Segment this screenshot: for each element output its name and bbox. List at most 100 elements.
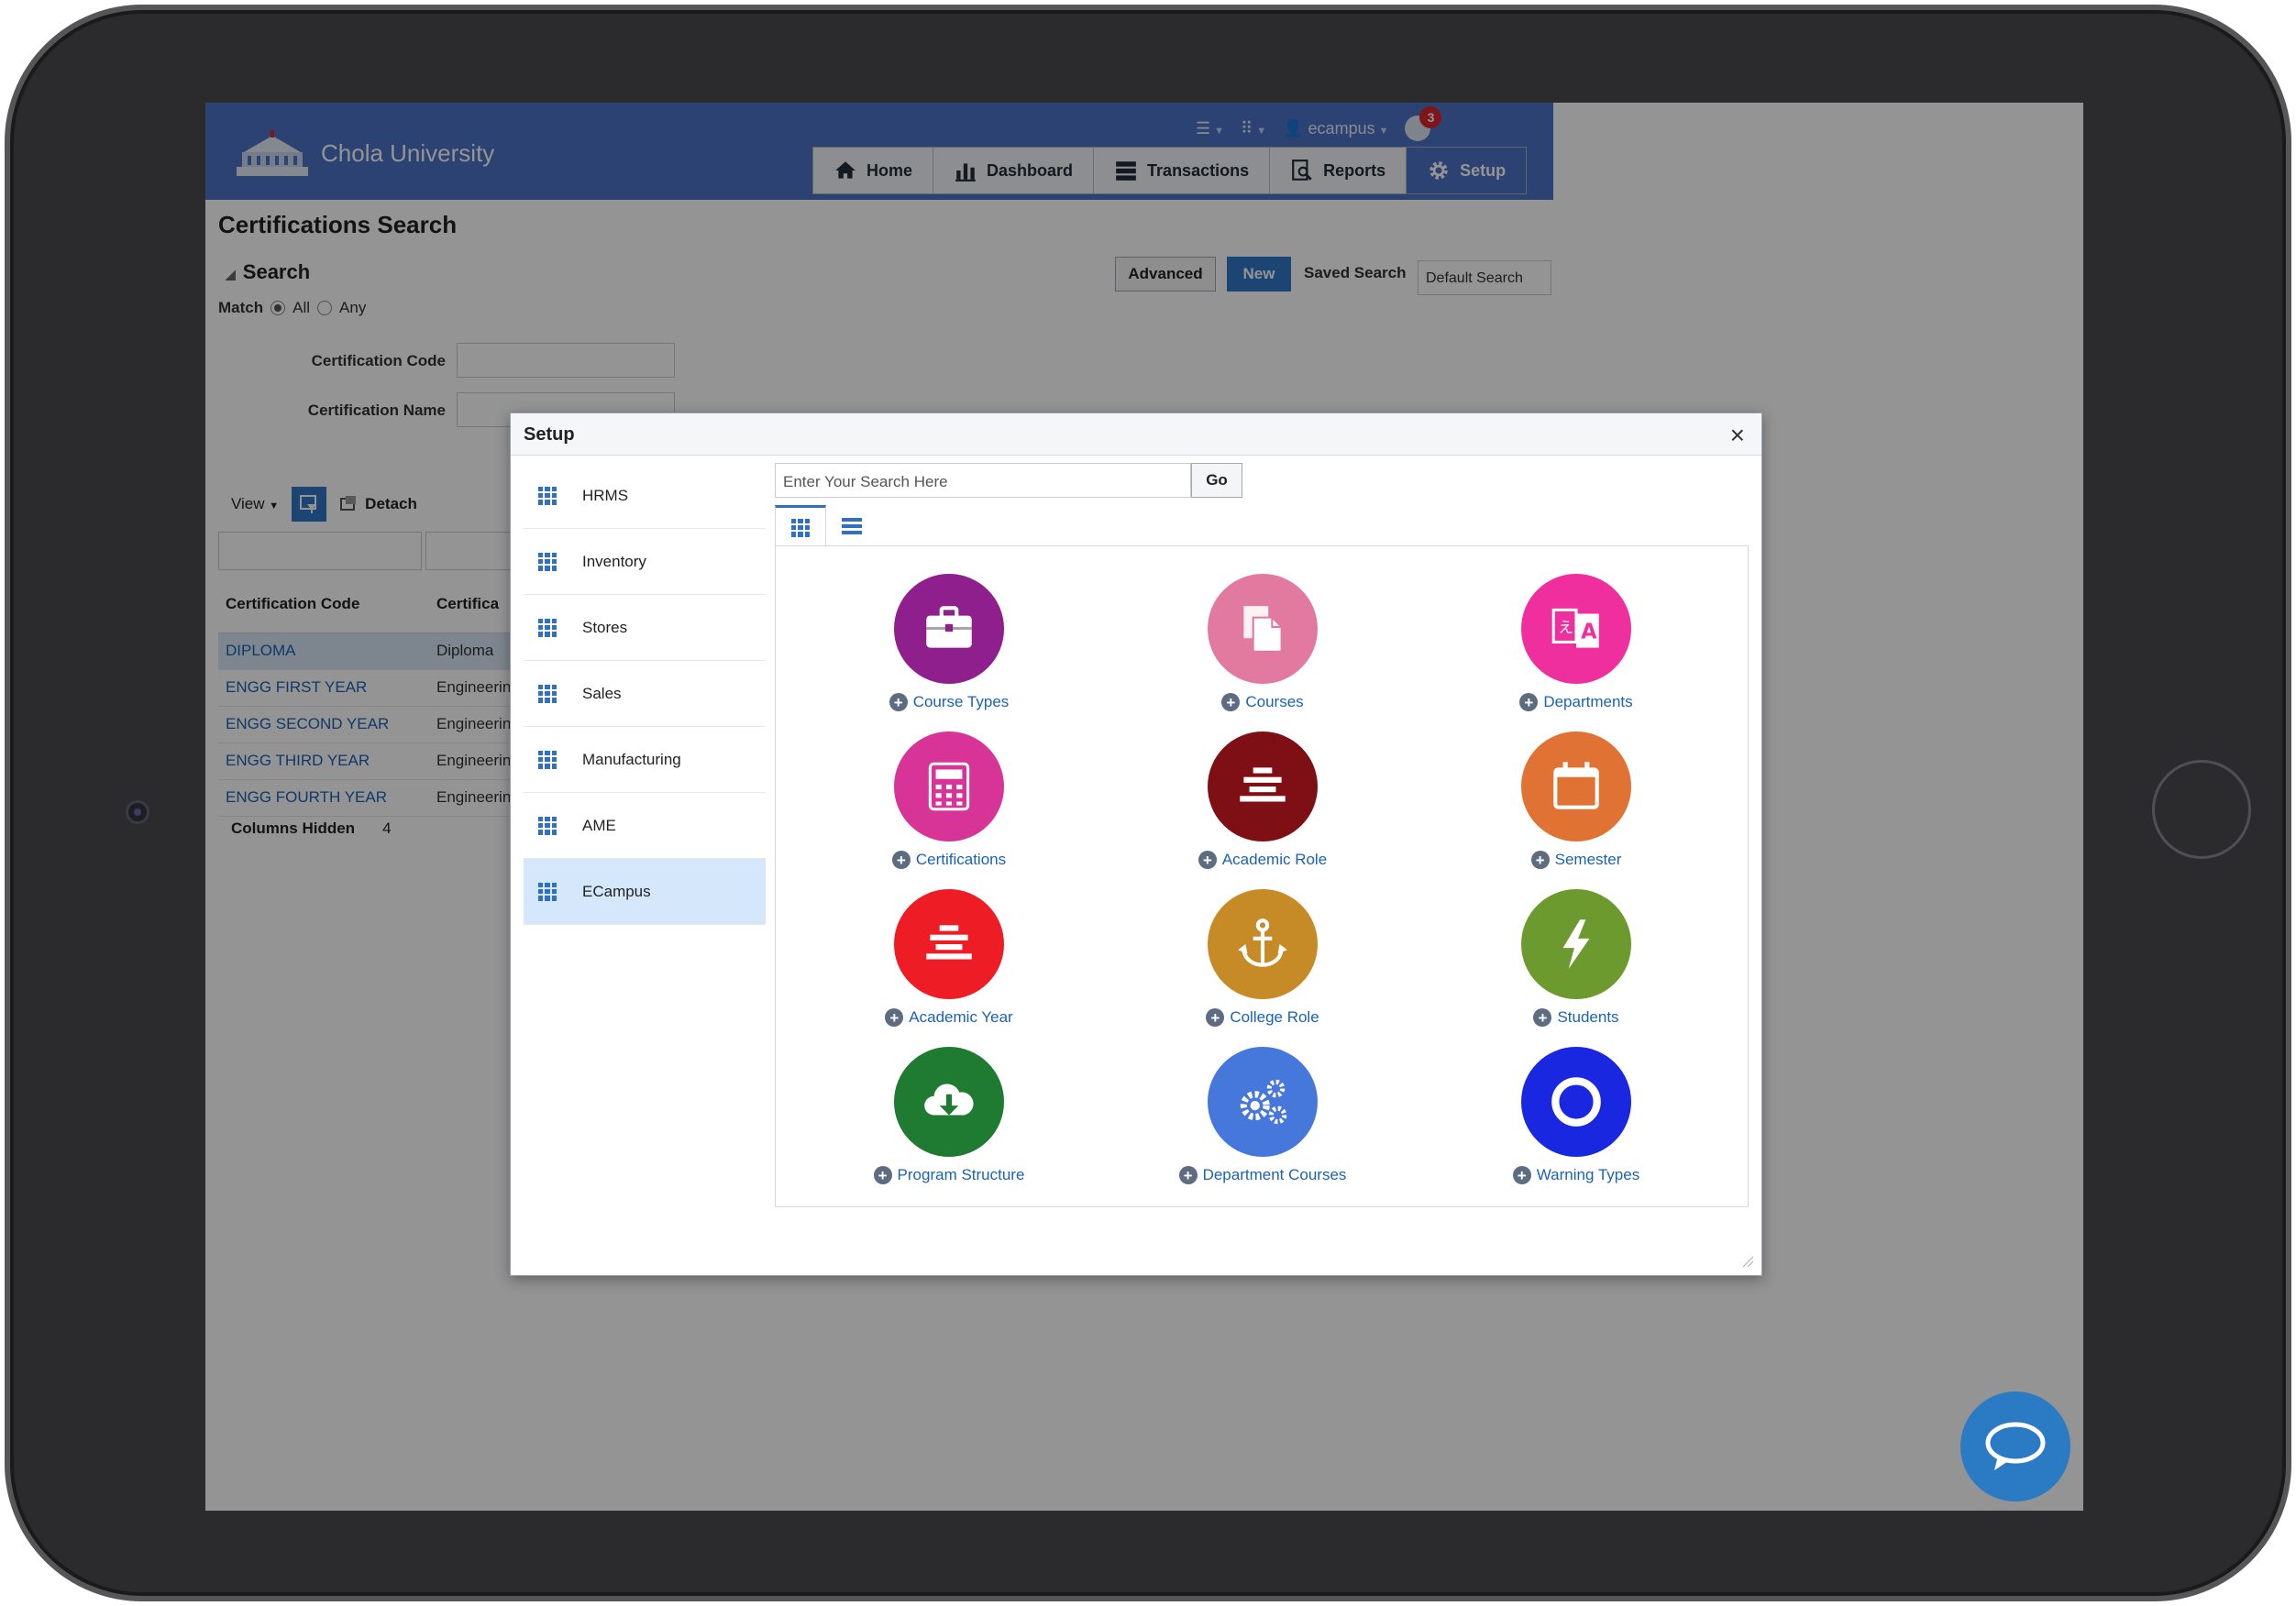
grid-view-icon — [791, 518, 810, 537]
tile-circle[interactable] — [1521, 732, 1631, 842]
tile-program-structure[interactable]: + Program Structure — [793, 1047, 1105, 1184]
grid-icon — [538, 882, 557, 901]
add-icon[interactable]: + — [1221, 693, 1241, 711]
add-icon[interactable]: + — [1512, 1166, 1531, 1184]
tile-label[interactable]: + Semester — [1530, 851, 1621, 869]
tile-label[interactable]: + Program Structure — [873, 1166, 1024, 1184]
tile-label[interactable]: + Departments — [1519, 693, 1633, 711]
add-icon[interactable]: + — [1206, 1008, 1225, 1027]
lightning-icon — [1562, 919, 1590, 969]
tile-label[interactable]: + Students — [1533, 1008, 1619, 1027]
calculator-icon — [928, 762, 970, 811]
module-item-ame[interactable]: AME — [524, 793, 766, 859]
add-icon[interactable]: + — [891, 851, 911, 869]
module-label: Inventory — [582, 552, 646, 570]
module-label: Stores — [582, 618, 628, 636]
tile-label[interactable]: + Department Courses — [1178, 1166, 1346, 1184]
tile-circle[interactable] — [1208, 574, 1318, 684]
ring-icon — [1551, 1077, 1601, 1127]
add-icon[interactable]: + — [1178, 1166, 1198, 1184]
tile-label[interactable]: + Academic Role — [1198, 851, 1327, 869]
tile-circle[interactable] — [1208, 889, 1318, 999]
tile-course-types[interactable]: + Course Types — [793, 574, 1105, 711]
setup-dialog: Setup × HRMS Inventory Stores Sales Manu… — [510, 412, 1762, 1276]
tile-college-role[interactable]: + College Role — [1107, 889, 1418, 1027]
screen: Chola University ☰ ▼ ⠿ ▼ 👤 ecampus ▼ 3 Home… — [205, 103, 2083, 1511]
svg-text:え: え — [1558, 619, 1573, 636]
module-label: Sales — [582, 684, 622, 702]
tile-warning-types[interactable]: + Warning Types — [1420, 1047, 1732, 1184]
dialog-title: Setup — [524, 424, 575, 445]
chat-bubble-icon — [1985, 1422, 2046, 1470]
grid-icon — [538, 552, 557, 571]
grid-view-tab[interactable] — [775, 505, 826, 547]
module-item-ecampus[interactable]: ECampus — [524, 859, 766, 925]
module-item-sales[interactable]: Sales — [524, 661, 766, 727]
tile-circle[interactable] — [1521, 889, 1631, 999]
tile-courses[interactable]: + Courses — [1107, 574, 1418, 711]
tile-department-courses[interactable]: + Department Courses — [1107, 1047, 1418, 1184]
module-label: HRMS — [582, 486, 629, 504]
briefcase-icon — [926, 606, 972, 648]
grid-icon — [538, 684, 557, 703]
add-icon[interactable]: + — [1198, 851, 1217, 869]
tile-academic-year[interactable]: + Academic Year — [793, 889, 1105, 1027]
camera-icon — [126, 800, 149, 824]
tile-label[interactable]: + Academic Year — [885, 1008, 1013, 1027]
module-item-inventory[interactable]: Inventory — [524, 529, 766, 595]
add-icon[interactable]: + — [873, 1166, 892, 1184]
list-view-icon — [842, 518, 862, 534]
module-item-hrms[interactable]: HRMS — [524, 463, 766, 529]
add-icon[interactable]: + — [889, 693, 908, 711]
align-center-icon — [926, 925, 972, 960]
module-label: Manufacturing — [582, 750, 681, 768]
add-icon[interactable]: + — [1533, 1008, 1552, 1027]
tile-students[interactable]: + Students — [1420, 889, 1732, 1027]
dialog-header: Setup × — [511, 413, 1761, 456]
list-view-tab[interactable] — [826, 505, 878, 547]
copy-icon — [1243, 606, 1283, 653]
chat-button[interactable] — [1960, 1392, 2070, 1502]
add-icon[interactable]: + — [885, 1008, 904, 1027]
tile-circle[interactable] — [894, 574, 1004, 684]
setup-tiles-panel: + Course Types + Courses えA + Departments + — [775, 545, 1749, 1207]
gears-icon — [1240, 1079, 1287, 1125]
svg-text:A: A — [1581, 620, 1597, 644]
tile-academic-role[interactable]: + Academic Role — [1107, 732, 1418, 869]
anchor-icon — [1238, 918, 1287, 967]
tile-label[interactable]: + College Role — [1206, 1008, 1319, 1027]
tile-label[interactable]: + Course Types — [889, 693, 1009, 711]
resize-grip-icon[interactable] — [1741, 1255, 1754, 1268]
close-icon[interactable]: × — [1730, 421, 1745, 450]
tile-circle[interactable] — [894, 732, 1004, 842]
tile-label[interactable]: + Certifications — [891, 851, 1006, 869]
cloud-download-icon — [924, 1084, 974, 1116]
home-button[interactable] — [2152, 760, 2251, 859]
tile-semester[interactable]: + Semester — [1420, 732, 1732, 869]
tile-certifications[interactable]: + Certifications — [793, 732, 1105, 869]
tile-circle[interactable] — [1208, 732, 1318, 842]
grid-icon — [538, 750, 557, 769]
module-item-stores[interactable]: Stores — [524, 595, 766, 661]
go-button[interactable]: Go — [1191, 463, 1242, 498]
module-item-manufacturing[interactable]: Manufacturing — [524, 727, 766, 793]
tile-circle[interactable] — [894, 889, 1004, 999]
setup-search-input[interactable]: Enter Your Search Here — [775, 463, 1191, 498]
grid-icon — [538, 816, 557, 835]
module-label: AME — [582, 816, 616, 834]
tile-label[interactable]: + Courses — [1221, 693, 1304, 711]
module-list: HRMS Inventory Stores Sales Manufacturin… — [524, 463, 766, 925]
tile-circle[interactable] — [1521, 1047, 1631, 1157]
view-toggle — [775, 505, 878, 547]
grid-icon — [538, 618, 557, 637]
grid-icon — [538, 486, 557, 505]
add-icon[interactable]: + — [1530, 851, 1550, 869]
translate-icon: えA — [1551, 608, 1599, 648]
tile-circle[interactable] — [1208, 1047, 1318, 1157]
tile-departments[interactable]: えA + Departments — [1420, 574, 1732, 711]
tile-circle[interactable] — [894, 1047, 1004, 1157]
module-label: ECampus — [582, 882, 651, 900]
tile-label[interactable]: + Warning Types — [1512, 1166, 1639, 1184]
add-icon[interactable]: + — [1519, 693, 1539, 711]
tile-circle[interactable]: えA — [1521, 574, 1631, 684]
